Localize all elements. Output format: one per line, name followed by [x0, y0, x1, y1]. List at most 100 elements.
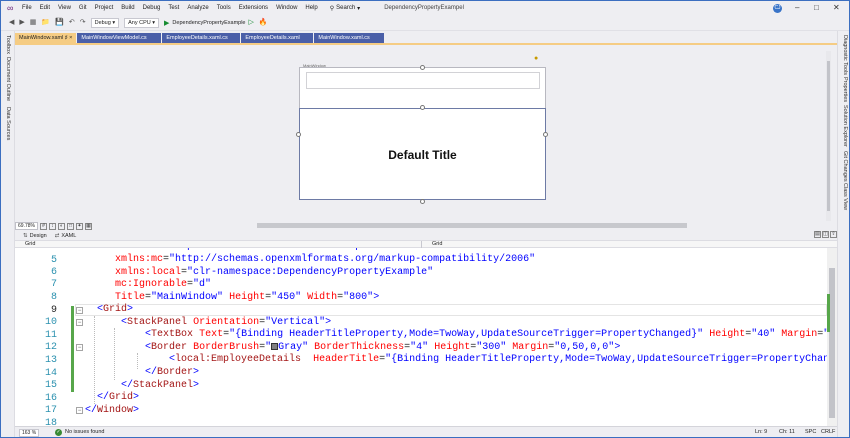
menu-git[interactable]: Git	[79, 1, 87, 15]
line-indicator[interactable]: Ln: 9	[755, 427, 767, 437]
platform-value: Any CPU	[128, 19, 151, 26]
xml-val: "0,50,0,0"	[554, 342, 615, 353]
forward-icon[interactable]: ▶	[19, 15, 24, 31]
design-tab-label: Design	[29, 232, 47, 239]
xml-val: "4"	[410, 342, 429, 353]
resize-handle-right[interactable]	[543, 132, 548, 137]
run-target-button[interactable]: DependencyPropertyExample	[172, 20, 245, 26]
properties-tab[interactable]: Properties	[842, 77, 848, 102]
tab-employeedetails-xaml-cs[interactable]: EmployeeDetails.xaml.cs	[162, 33, 241, 43]
scrollbar-thumb[interactable]	[829, 268, 835, 418]
design-textbox[interactable]	[306, 72, 540, 89]
code-line: xmlns:mc="http://schemas.openxmlformats.…	[85, 254, 535, 266]
xml-val: "{Binding HeaderTitleProperty,Mode=TwoWa…	[229, 329, 704, 340]
configuration-select[interactable]: Debug ▾	[90, 17, 120, 28]
xml-val: "40"	[751, 329, 776, 340]
hot-reload-icon[interactable]: 🔥	[259, 15, 268, 31]
menu-extensions[interactable]: Extensions	[239, 1, 268, 15]
redo-icon[interactable]: ↷	[80, 15, 86, 31]
data-sources-tab[interactable]: Data Sources	[5, 107, 11, 140]
issues-indicator[interactable]: ✓ No issues found	[55, 427, 105, 437]
minimize-icon[interactable]: –	[795, 2, 799, 14]
class-view-tab[interactable]: Class View	[842, 183, 848, 210]
undo-icon[interactable]: ↶	[69, 15, 75, 31]
resize-handle-top[interactable]	[420, 65, 425, 70]
fit-icon[interactable]: □	[66, 222, 74, 230]
menu-file[interactable]: File	[22, 1, 32, 15]
visual-studio-logo-icon[interactable]: ∞	[7, 3, 16, 13]
grid-toggle-icon[interactable]: #	[39, 222, 47, 230]
menu-window[interactable]: Window	[276, 1, 297, 15]
lightbulb-icon[interactable]: ●	[534, 55, 538, 62]
whitespace-indicator[interactable]: SPC	[805, 427, 816, 437]
swap-icon: ⇅	[23, 232, 28, 239]
ide-window: ∞ File Edit View Git Project Build Debug…	[0, 0, 850, 438]
scrollbar-thumb[interactable]	[827, 61, 830, 211]
tab-mainwindow-xaml-cs[interactable]: MainWindow.xaml.cs	[314, 33, 385, 43]
fold-toggle[interactable]: −	[76, 344, 83, 351]
avatar[interactable]: CJ	[773, 4, 782, 13]
issues-text: No issues found	[65, 429, 105, 435]
tab-design[interactable]: ⇅ Design	[23, 233, 47, 239]
close-icon[interactable]: ×	[69, 35, 72, 41]
toolbox-tab[interactable]: Toolbox	[5, 35, 11, 54]
collapse-pane-icon[interactable]: ⇧	[830, 231, 837, 238]
tab-employeedetails-xaml[interactable]: EmployeeDetails.xaml	[241, 33, 314, 43]
back-icon[interactable]: ◀	[9, 15, 14, 31]
menu-project[interactable]: Project	[95, 1, 114, 15]
menu-edit[interactable]: Edit	[40, 1, 50, 15]
fold-toggle[interactable]: −	[76, 307, 83, 314]
split-horizontal-icon[interactable]: ▤	[814, 231, 821, 238]
tab-mainwindowviewmodel-cs[interactable]: MainWindowViewModel.cs	[77, 33, 162, 43]
menu-build[interactable]: Build	[121, 1, 134, 15]
breadcrumb-right[interactable]: Grid	[421, 241, 442, 248]
fold-toggle[interactable]: −	[76, 407, 83, 414]
new-project-icon[interactable]: ▦	[30, 15, 37, 31]
designer-zoom-select[interactable]: 69.78%	[15, 222, 38, 230]
right-tool-strip: Diagnostic Tools Properties Solution Exp…	[837, 31, 849, 437]
menu-tools[interactable]: Tools	[217, 1, 231, 15]
menu-analyze[interactable]: Analyze	[187, 1, 208, 15]
document-outline-tab[interactable]: Document Outline	[5, 57, 11, 101]
border-handle-top[interactable]	[420, 105, 425, 110]
xml-val: "{Binding HeaderTitleProperty,Mode=TwoWa…	[385, 354, 837, 365]
xaml-code-editor[interactable]: 4 5 6 7 8 9 10 11 12 13 14 15 16 17 18 −…	[15, 248, 837, 426]
save-icon[interactable]: 💾	[55, 15, 64, 31]
line-ending-indicator[interactable]: CRLF	[821, 427, 835, 437]
menu-help[interactable]: Help	[305, 1, 317, 15]
maximize-icon[interactable]: □	[814, 2, 819, 14]
resize-handle-bottom[interactable]	[420, 199, 425, 204]
menu-debug[interactable]: Debug	[143, 1, 161, 15]
designer-vertical-scrollbar[interactable]	[826, 51, 831, 221]
fold-toggle[interactable]: −	[76, 319, 83, 326]
diagnostic-tools-tab[interactable]: Diagnostic Tools	[842, 35, 848, 75]
theme-icon[interactable]: ◐	[57, 222, 65, 230]
git-changes-tab[interactable]: Git Changes	[842, 151, 848, 182]
menu-view[interactable]: View	[58, 1, 71, 15]
editor-zoom-select[interactable]: 163 %	[19, 429, 40, 437]
column-indicator[interactable]: Ch: 11	[779, 427, 795, 437]
split-vertical-icon[interactable]: ◫	[822, 231, 829, 238]
pin-icon[interactable]: ♯	[65, 35, 68, 41]
open-icon[interactable]: 📁	[41, 15, 50, 31]
search-box[interactable]: ⚲ Search ▾	[330, 5, 360, 12]
tab-xaml[interactable]: ⇄ XAML	[55, 233, 77, 239]
effects-icon[interactable]: ✦	[75, 222, 83, 230]
close-icon[interactable]: ✕	[833, 2, 840, 14]
menu-test[interactable]: Test	[168, 1, 179, 15]
xml-attr: BorderThickness	[314, 342, 405, 353]
xml-attr: Height	[229, 292, 266, 303]
tab-mainwindow-xaml[interactable]: MainWindow.xaml ♯ ×	[15, 33, 77, 43]
xml-tag: Grid	[109, 392, 134, 403]
platform-select[interactable]: Any CPU ▾	[124, 17, 160, 28]
breadcrumb-left[interactable]: Grid	[25, 241, 35, 248]
resize-handle-left[interactable]	[296, 132, 301, 137]
editor-vertical-scrollbar[interactable]	[827, 248, 837, 426]
solution-explorer-tab[interactable]: Solution Explorer	[842, 105, 848, 147]
run-without-debug-icon[interactable]: ▷	[249, 15, 254, 31]
layout-icon[interactable]: ▦	[84, 222, 92, 230]
snap-icon[interactable]: ↕	[48, 222, 56, 230]
start-debug-icon[interactable]: ▶	[164, 19, 169, 27]
